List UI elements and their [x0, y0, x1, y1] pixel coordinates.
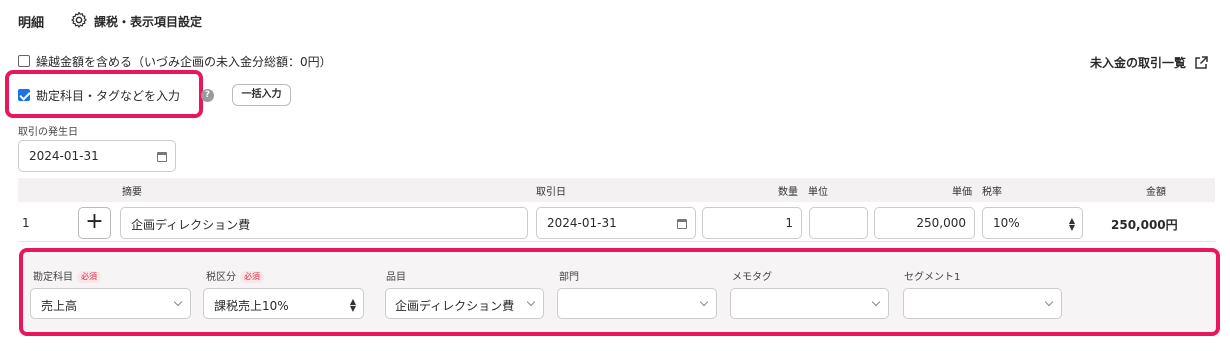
header-date: 取引日 — [536, 187, 566, 198]
account-value: 売上高 — [41, 299, 78, 313]
item-label: 品目 — [386, 272, 406, 283]
unpaid-transactions-link[interactable]: 未入金の取引一覧 — [1090, 54, 1208, 71]
tax-category-value: 課税売上10% — [214, 299, 289, 313]
chevron-down-icon — [173, 297, 183, 307]
item-select[interactable]: 企画ディレクション費 — [385, 288, 544, 319]
segment1-select[interactable] — [903, 288, 1062, 319]
transaction-date-input[interactable]: 2024-01-31 — [18, 140, 176, 172]
chevron-down-icon — [871, 297, 881, 307]
line-date-value: 2024-01-31 — [547, 216, 617, 230]
enter-accounts-checkbox[interactable] — [18, 89, 30, 101]
department-select[interactable] — [557, 288, 717, 319]
memo-tag-select[interactable] — [730, 288, 889, 319]
calendar-icon[interactable] — [157, 152, 167, 162]
transaction-date-value: 2024-01-31 — [29, 149, 99, 163]
unpaid-transactions-label: 未入金の取引一覧 — [1089, 56, 1186, 70]
transaction-date-label: 取引の発生日 — [18, 127, 78, 138]
header-quantity: 数量 — [778, 187, 798, 198]
description-value: 企画ディレクション費 — [131, 218, 251, 232]
header-amount: 金額 — [1146, 187, 1166, 198]
bulk-input-button[interactable]: 一括入力 — [232, 84, 291, 106]
tax-display-settings-link[interactable]: 課税・表示項目設定 — [94, 13, 202, 30]
unit-price-value: 250,000 — [916, 216, 966, 230]
memo-tag-label: メモタグ — [732, 272, 772, 283]
add-line-button[interactable]: + — [78, 207, 111, 239]
line-items-header: 摘要 取引日 数量 単位 単価 税率 金額 — [18, 178, 1215, 202]
chevron-down-icon — [1044, 297, 1054, 307]
row-number: 1 — [22, 216, 30, 230]
segment1-label: セグメント1 — [904, 272, 961, 283]
tax-rate-value: 10% — [993, 216, 1020, 230]
select-updown-icon: ▲ ▼ — [1068, 216, 1075, 232]
select-updown-icon: ▲ ▼ — [349, 297, 356, 313]
section-title: 明細 — [18, 16, 45, 31]
account-select[interactable]: 売上高 — [30, 288, 191, 319]
quantity-input[interactable]: 1 — [702, 207, 802, 239]
include-carryover-label: 繰越金額を含める（いづみ企画の未入金分総額：0円） — [36, 55, 332, 69]
quantity-value: 1 — [785, 216, 793, 230]
enter-accounts-label: 勘定科目・タグなどを入力 — [36, 89, 181, 103]
unit-input[interactable] — [809, 207, 868, 239]
row-divider — [18, 241, 1215, 242]
account-label-text: 勘定科目 — [33, 272, 73, 283]
external-link-icon — [1195, 55, 1208, 69]
header-unit: 単位 — [808, 187, 828, 198]
calendar-icon[interactable] — [677, 219, 687, 229]
tax-category-label-text: 税区分 — [206, 272, 236, 283]
chevron-down-icon — [699, 297, 709, 307]
tax-category-select[interactable]: 課税売上10% ▲ ▼ — [203, 288, 364, 319]
header-unit-price: 単価 — [952, 187, 972, 198]
item-value: 企画ディレクション費 — [395, 299, 515, 313]
required-badge: 必須 — [77, 271, 101, 283]
unit-price-input[interactable]: 250,000 — [874, 207, 975, 239]
header-description: 摘要 — [122, 187, 142, 198]
line-amount: 250,000円 — [1111, 218, 1178, 232]
chevron-down-icon — [526, 297, 536, 307]
account-label: 勘定科目 必須 — [33, 268, 101, 283]
include-carryover-checkbox[interactable] — [18, 55, 30, 67]
help-icon[interactable]: ? — [201, 89, 214, 102]
description-input[interactable]: 企画ディレクション費 — [120, 207, 528, 239]
line-date-input[interactable]: 2024-01-31 — [536, 207, 696, 239]
tax-category-label: 税区分 必須 — [206, 268, 264, 283]
required-badge: 必須 — [240, 271, 264, 283]
header-tax-rate: 税率 — [982, 187, 1002, 198]
department-label: 部門 — [559, 272, 579, 283]
gear-icon[interactable] — [70, 11, 88, 29]
tax-rate-select[interactable]: 10% ▲ ▼ — [982, 207, 1083, 239]
